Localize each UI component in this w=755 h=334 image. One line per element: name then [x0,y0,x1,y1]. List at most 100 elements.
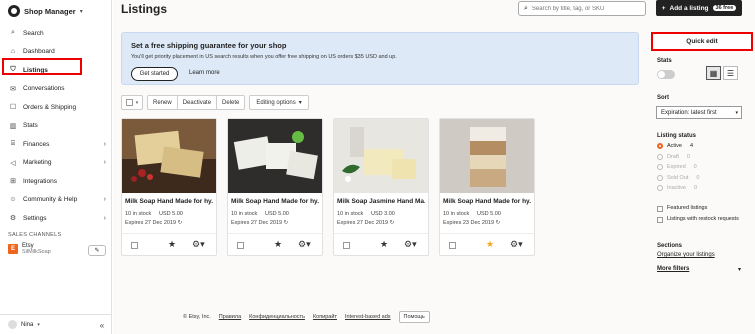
star-icon[interactable]: ★ [486,239,494,250]
listing-title[interactable]: Milk Soap Hand Made for hy... [231,198,319,205]
deactivate-button[interactable]: Deactivate [178,96,218,109]
listing-checkbox[interactable] [237,242,244,249]
sidebar-item-conversations[interactable]: ✉ Conversations [0,80,112,99]
sort-select[interactable]: Expiration: latest first ▾ [656,106,742,119]
listing-expires: Expires 23 Dec 2019 ↻ [443,220,500,226]
delete-button[interactable]: Delete [217,96,244,109]
stats-icon: ▥ [9,122,17,130]
chevron-down-icon[interactable]: ▾ [738,266,741,273]
listing-checkbox[interactable] [343,242,350,249]
footer-link[interactable]: Копирайт [313,314,337,320]
editing-options-dropdown[interactable]: Editing options ▾ [249,95,309,110]
status-label: Active [667,143,682,149]
listing-image[interactable] [122,119,216,193]
bulk-actions: Renew Deactivate Delete [147,95,246,110]
sort-value: Expiration: latest first [661,109,717,116]
sidebar-item-label: Marketing [23,159,52,167]
grid-view-button[interactable]: ▦ [706,66,721,80]
shop-manager-logo-icon [8,5,20,17]
listing-title[interactable]: Milk Soap Hand Made for hy... [125,198,213,205]
finances-icon: ⌸ [10,140,16,148]
card-divider [228,233,322,234]
shipping-banner: Set a free shipping guarantee for your s… [121,32,639,85]
star-icon[interactable]: ★ [168,239,176,250]
sidebar: Shop Manager ▾ ⌕ Search ⌂ Dashboard ⛉ Listing… [0,0,112,334]
listing-card[interactable]: Milk Soap Hand Made for hy... 10 in stock… [227,118,323,256]
listing-stock: 10 in stock [231,211,258,217]
listing-checkbox[interactable] [131,242,138,249]
star-icon[interactable]: ★ [380,239,388,250]
listing-card[interactable]: Milk Soap Hand Made for hy... 10 in stock… [439,118,535,256]
radio-icon [657,185,663,191]
chevron-down-icon: ▾ [135,99,139,106]
sidebar-item-search[interactable]: ⌕ Search [0,24,112,43]
edit-channel-button[interactable]: ✎ [88,245,106,256]
sidebar-item-label: Settings [23,214,47,222]
footer: © Etsy, Inc. Правила Конфиденциальность Коп… [183,311,430,323]
status-draft[interactable]: Draft 0 [657,153,690,160]
gear-icon[interactable]: ⚙▾ [510,239,523,250]
sidebar-item-community-help[interactable]: ☺ Community & Help › [0,191,112,210]
radio-icon [657,153,663,160]
sidebar-item-label: Finances [23,140,50,148]
renew-button[interactable]: Renew [148,96,178,109]
select-all-checkbox[interactable]: ▾ [121,95,143,110]
get-started-button[interactable]: Get started [131,67,178,81]
collapse-sidebar-icon[interactable]: « [96,319,108,331]
etsy-channel[interactable]: E Etsy SilMilkSoap [8,243,51,255]
status-label: Sold Out [667,174,689,181]
chevron-right-icon: › [103,196,106,204]
star-icon[interactable]: ★ [274,239,282,250]
organize-listings-link[interactable]: Organize your listings [657,252,715,258]
checkbox-icon [657,206,663,212]
listing-checkbox[interactable] [449,242,456,249]
featured-label: Featured listings [667,205,708,211]
sidebar-item-finances[interactable]: ⌸ Finances › [0,135,112,154]
restock-filter[interactable]: Listings with restock requests [657,216,747,223]
featured-filter[interactable]: Featured listings [657,205,707,212]
list-view-button[interactable]: ☰ [723,66,738,80]
footer-link[interactable]: Правила [219,314,241,320]
learn-more-link[interactable]: Learn more [189,70,220,76]
sidebar-item-orders-shipping[interactable]: ☐ Orders & Shipping [0,98,112,117]
footer-link[interactable]: Interest-based ads [345,314,391,320]
search-box[interactable]: ⌕ [518,1,646,16]
listing-image[interactable] [440,119,534,193]
status-expired[interactable]: Expired 0 [657,164,697,170]
settings-icon: ⚙ [9,215,17,223]
status-inactive[interactable]: Inactive 0 [657,185,697,191]
footer-link[interactable]: Конфиденциальность [249,314,305,320]
listing-title[interactable]: Milk Soap Hand Made for hy... [443,198,531,205]
status-sold-out[interactable]: Sold Out 0 [657,174,699,181]
help-button[interactable]: Помощь [398,311,430,323]
gear-icon[interactable]: ⚙▾ [404,239,417,250]
gear-icon[interactable]: ⚙▾ [298,239,311,250]
chevron-down-icon: ▾ [79,8,83,15]
sort-label: Sort [657,95,669,101]
listing-image[interactable] [228,119,322,193]
listing-title[interactable]: Milk Soap Jasmine Hand Ma... [337,198,425,205]
more-filters-link[interactable]: More filters [657,266,689,272]
listing-image[interactable] [334,119,428,193]
card-divider [122,233,216,234]
stats-toggle[interactable] [657,70,675,79]
refresh-icon: ↻ [389,220,395,226]
shop-manager-menu[interactable]: Shop Manager ▾ [8,5,83,17]
filter-panel: Quick edit Stats ▦ ☰ Sort Expiration: la… [650,0,755,334]
chevron-down-icon: ▾ [298,100,302,106]
search-input[interactable] [531,5,642,12]
sidebar-item-settings[interactable]: ⚙ Settings › [0,209,112,228]
listing-card[interactable]: Milk Soap Jasmine Hand Ma... 10 in stock U… [333,118,429,256]
sidebar-item-stats[interactable]: ▥ Stats [0,117,112,136]
sidebar-item-marketing[interactable]: ◁ Marketing › [0,154,112,173]
user-menu[interactable]: Nina ▾ « [0,314,112,334]
sidebar-item-integrations[interactable]: ⊞ Integrations [0,172,112,191]
status-active[interactable]: Active 4 [657,143,693,149]
status-label: Inactive [667,185,686,191]
listing-card[interactable]: Milk Soap Hand Made for hy... 10 in stock… [121,118,217,256]
pencil-icon: ✎ [94,248,100,254]
quick-edit-button[interactable]: Quick edit [651,32,753,51]
status-count: 0 [693,185,698,191]
integrations-icon: ⊞ [10,178,16,186]
gear-icon[interactable]: ⚙▾ [192,239,205,250]
